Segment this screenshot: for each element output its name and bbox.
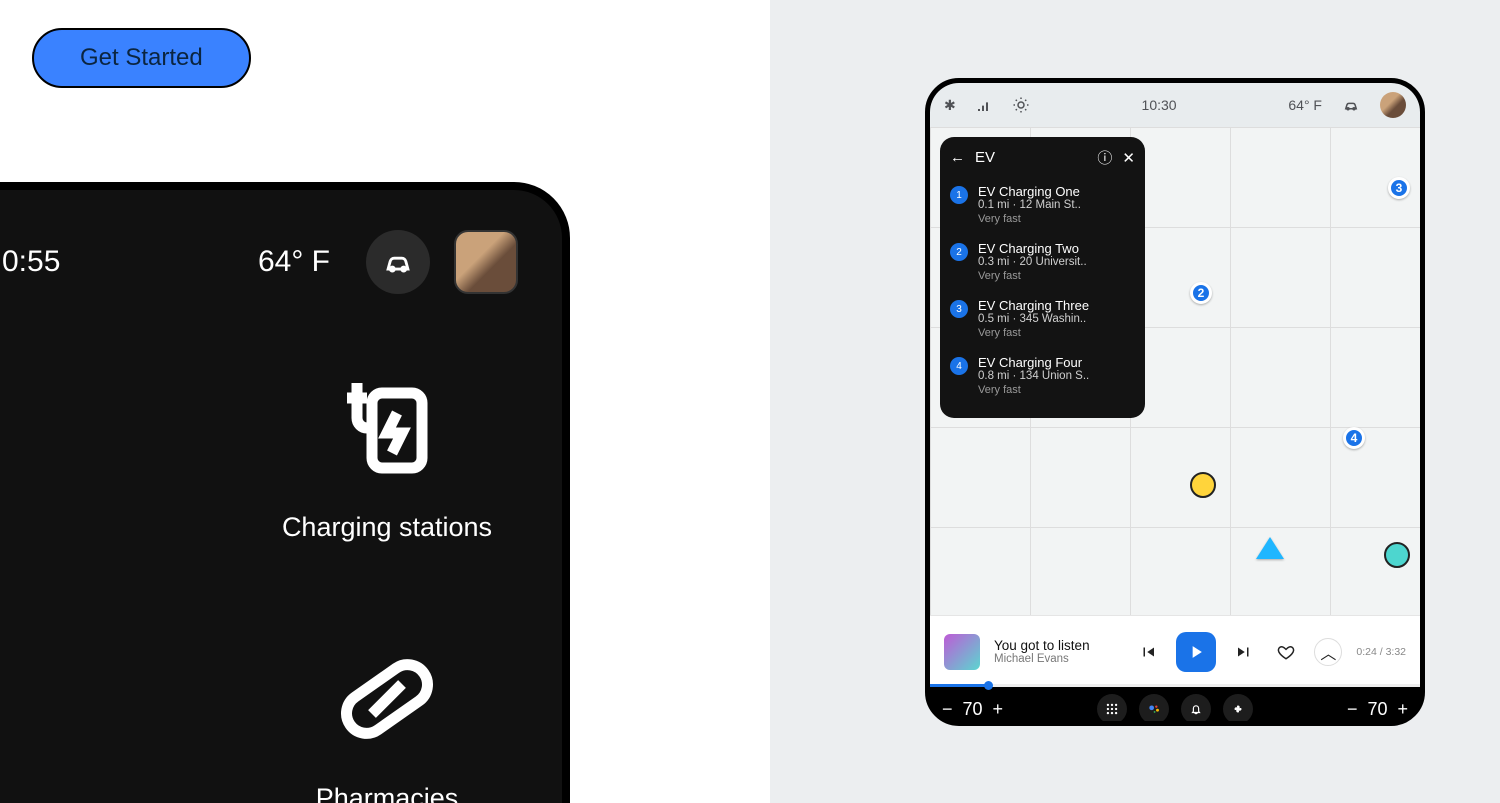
category-label: Charging stations [282, 512, 492, 543]
map[interactable]: ← EV ⓘ ✕ 1EV Charging One0.1 mi · 12 Mai… [930, 127, 1420, 615]
play-button[interactable] [1176, 632, 1216, 672]
ev-results-panel: ← EV ⓘ ✕ 1EV Charging One0.1 mi · 12 Mai… [940, 137, 1145, 418]
previous-icon[interactable] [1134, 638, 1162, 666]
signal-icon [976, 97, 992, 113]
media-bar: You got to listen Michael Evans ︿ 0:24 /… [930, 615, 1420, 687]
category-pharmacies[interactable]: Pharmacies [257, 639, 517, 803]
progress-bar[interactable] [930, 684, 1420, 687]
map-pin[interactable]: 3 [1388, 177, 1410, 199]
ev-charger-icon [327, 368, 447, 488]
wazer-icon [1384, 542, 1410, 568]
category-charging-stations[interactable]: Charging stations [257, 368, 517, 543]
category-label: Pharmacies [316, 783, 459, 803]
temperature: 64° F [258, 245, 330, 279]
vehicle-marker [1256, 537, 1284, 559]
chevron-up-icon[interactable]: ︿ [1314, 638, 1342, 666]
status-bar: ✱ 10:30 64° F [930, 83, 1420, 127]
track-time: 0:24 / 3:32 [1356, 646, 1406, 658]
ev-result[interactable]: 1EV Charging One0.1 mi · 12 Main St..Ver… [950, 176, 1135, 233]
pill-icon [327, 639, 447, 759]
ev-result[interactable]: 3EV Charging Three0.5 mi · 345 Washin..V… [950, 290, 1135, 347]
apps-grid-icon[interactable] [1097, 694, 1127, 724]
vehicle-control-bar: −70+ −70+ [930, 687, 1420, 726]
category-gas-stations[interactable]: stations [0, 368, 47, 543]
ev-heading: EV [975, 149, 1087, 166]
clock: 0:55 [2, 245, 60, 279]
avatar[interactable] [454, 230, 518, 294]
clock: 10:30 [1142, 97, 1177, 113]
album-art[interactable] [944, 634, 980, 670]
minus-icon: − [942, 699, 953, 720]
info-icon[interactable]: ⓘ [1097, 147, 1112, 168]
device-dark-launcher: 0:55 64° F stations Charging stations op… [0, 182, 570, 803]
plus-icon: + [1397, 699, 1408, 720]
fan-icon[interactable] [1223, 694, 1253, 724]
ev-result[interactable]: 2EV Charging Two0.3 mi · 20 Universit..V… [950, 233, 1135, 290]
assistant-icon[interactable] [1139, 694, 1169, 724]
temperature: 64° F [1288, 97, 1322, 113]
get-started-button[interactable]: Get Started [32, 28, 251, 88]
track-artist: Michael Evans [994, 653, 1090, 665]
map-pin[interactable]: 2 [1190, 282, 1212, 304]
wazer-icon [1190, 472, 1216, 498]
plus-icon: + [993, 699, 1004, 720]
sun-icon [1012, 96, 1030, 114]
device-navigation: ✱ 10:30 64° F ← EV ⓘ ✕ 1EV Charging One0… [925, 78, 1425, 726]
back-icon[interactable]: ← [950, 149, 965, 166]
close-icon[interactable]: ✕ [1122, 149, 1135, 167]
car-mode-icon[interactable] [366, 230, 430, 294]
avatar[interactable] [1380, 92, 1406, 118]
right-climate[interactable]: −70+ [1347, 699, 1408, 720]
car-icon[interactable] [1342, 96, 1360, 114]
ev-result[interactable]: 4EV Charging Four0.8 mi · 134 Union S..V… [950, 347, 1135, 404]
heart-icon[interactable] [1272, 638, 1300, 666]
notifications-icon[interactable] [1181, 694, 1211, 724]
left-climate[interactable]: −70+ [942, 699, 1003, 720]
track-title: You got to listen [994, 638, 1090, 653]
minus-icon: − [1347, 699, 1358, 720]
next-icon[interactable] [1230, 638, 1258, 666]
map-pin[interactable]: 4 [1343, 427, 1365, 449]
bluetooth-icon: ✱ [944, 97, 956, 114]
category-shopping[interactable]: opping [0, 639, 47, 803]
